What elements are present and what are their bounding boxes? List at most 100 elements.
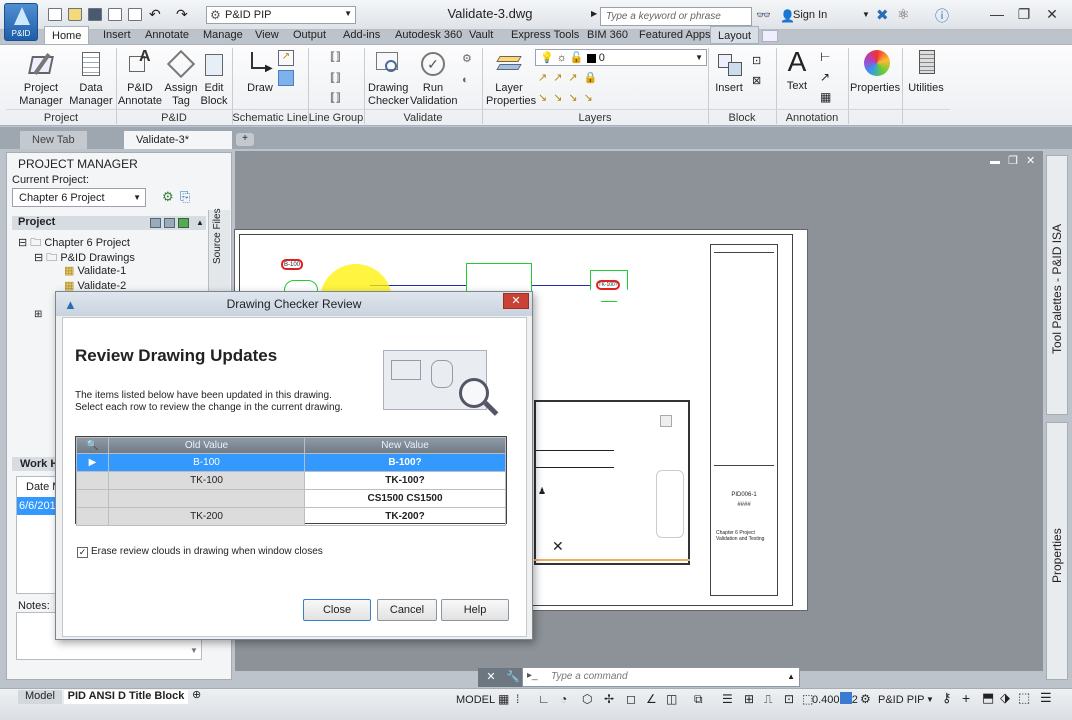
tree-item-validate-1[interactable]: ▦ Validate-1 [64, 264, 126, 277]
text-button[interactable]: A Text [782, 48, 812, 93]
run-validation-button[interactable]: ✓ Run Validation [410, 50, 458, 108]
redo-icon[interactable]: ↷ [176, 6, 188, 23]
line-select-icon[interactable] [278, 70, 294, 86]
cancel-button[interactable]: Cancel [377, 599, 437, 621]
revision-cloud-tk100[interactable]: TK-100? [596, 280, 620, 290]
plot-icon[interactable] [128, 8, 142, 21]
exchange-icon[interactable]: ✖ [876, 6, 889, 24]
tab-home[interactable]: Home [44, 26, 90, 44]
grid-icon[interactable]: ▦ [498, 692, 509, 706]
transparency-icon[interactable]: ◫ [666, 692, 677, 706]
dialog-close-button[interactable]: ✕ [503, 293, 529, 309]
customization-icon[interactable]: ☰ [1040, 690, 1052, 706]
project-publish-icon[interactable]: ⎘ [180, 189, 190, 205]
tab-express-tools[interactable]: Express Tools [504, 26, 586, 44]
panel-title-schematic-line[interactable]: Schematic Line [232, 109, 308, 125]
model-space-indicator[interactable]: MODEL [456, 694, 495, 706]
hardware-acceleration-icon[interactable]: ⬗ [1000, 690, 1010, 706]
draw-button[interactable]: ▶ Draw [242, 50, 278, 95]
tab-featured-apps[interactable]: Featured Apps [632, 26, 718, 44]
tab-manage[interactable]: Manage [196, 26, 250, 44]
sign-in-button[interactable]: Sign In [793, 9, 827, 21]
3d-osnap-icon[interactable]: ☰ [722, 692, 733, 706]
layout-tab[interactable]: PID ANSI D Title Block [64, 690, 188, 704]
panel-title-layers[interactable]: Layers [482, 109, 708, 125]
model-tab[interactable]: Model [18, 690, 62, 704]
command-wrench-icon[interactable]: 🔧 [504, 668, 522, 687]
ribbon-minimize-icon[interactable] [762, 30, 778, 42]
layer-tools-row-1[interactable]: ↗↗↗🔒 [538, 71, 603, 84]
drawing-restore-icon[interactable]: ❐ [1008, 154, 1018, 167]
assign-tag-button[interactable]: Assign Tag [162, 49, 200, 108]
close-button[interactable]: Close [303, 599, 371, 621]
line-group-icon-3[interactable]: ⟦⟧ [330, 91, 341, 104]
workspace-gear-icon[interactable]: ⚙ [860, 692, 871, 706]
layer-tools-row-2[interactable]: ↘↘↘↘ [538, 91, 599, 104]
layer-dropdown[interactable]: 💡 ☼ 🔓 0 ▼ [535, 49, 707, 66]
process-line[interactable] [532, 285, 590, 286]
table-icon[interactable]: ▦ [820, 90, 831, 104]
osnap-icon[interactable]: ◻ [626, 692, 636, 706]
tab-add-ins[interactable]: Add-ins [336, 26, 387, 44]
table-row[interactable]: CS1500 CS1500 [76, 489, 506, 508]
new-file-icon[interactable] [48, 8, 62, 21]
tool-palettes-tab[interactable]: Tool Palettes - P&ID ISA [1046, 155, 1068, 415]
col-new-value[interactable]: New Value [304, 437, 506, 454]
selection-cycling-icon[interactable]: ⧉ [694, 692, 703, 707]
chevron-down-icon[interactable]: ▼ [926, 695, 934, 704]
minimize-button[interactable]: — [985, 4, 1009, 24]
dimension-icon[interactable]: ⊢ [820, 50, 830, 64]
table-row[interactable]: TK-200 TK-200? [76, 507, 506, 526]
col-old-value[interactable]: Old Value [108, 437, 305, 454]
project-settings-icon[interactable]: ⚙ [162, 189, 174, 205]
properties-button[interactable]: Properties [850, 50, 900, 95]
tab-vault[interactable]: Vault [462, 26, 500, 44]
table-row[interactable]: TK-100 TK-100? [76, 471, 506, 490]
scroll-down-icon[interactable]: ▼ [190, 646, 198, 655]
command-input[interactable]: ▸_ Type a command ▲ [522, 667, 800, 687]
tab-bim-360[interactable]: BIM 360 [580, 26, 635, 44]
project-manager-button[interactable]: Project Manager [14, 50, 68, 108]
line-tool-icon[interactable]: ↗ [278, 50, 294, 66]
command-close-icon[interactable]: ✕ [478, 668, 504, 687]
annotation-visibility-icon[interactable]: ⎍ [764, 692, 772, 707]
block-create-icon[interactable]: ⊡ [752, 54, 761, 67]
panel-title-annotation[interactable]: Annotation [776, 109, 848, 125]
validation-report-icon[interactable]: ◐ [462, 74, 469, 86]
block-edit-icon[interactable]: ⊠ [752, 74, 761, 87]
add-tab-icon[interactable]: + [236, 133, 254, 146]
viewport-icon[interactable] [840, 692, 852, 704]
tab-annotate[interactable]: Annotate [138, 26, 196, 44]
dialog-title-bar[interactable]: ▲ Drawing Checker Review [56, 292, 532, 316]
revision-cloud-b100[interactable]: B-100 [281, 259, 303, 270]
isolate-objects-icon[interactable]: ⬒ [982, 690, 994, 706]
tab-autodesk-360[interactable]: Autodesk 360 [388, 26, 469, 44]
lock-ui-icon[interactable]: ⚷ [942, 690, 952, 706]
chevron-down-icon[interactable]: ▼ [862, 10, 870, 19]
current-project-select[interactable]: Chapter 6 Project ▼ [12, 188, 146, 207]
connect-icon[interactable]: ⚛ [897, 6, 910, 23]
panel-title-properties-expander[interactable] [848, 109, 902, 125]
help-button[interactable]: Help [441, 599, 509, 621]
dynamic-ucs-icon[interactable]: ⊞ [744, 692, 754, 706]
insert-block-button[interactable]: Insert [712, 50, 746, 95]
save-as-icon[interactable] [108, 8, 122, 21]
layer-properties-button[interactable]: Layer Properties [486, 50, 536, 108]
save-icon[interactable] [88, 8, 102, 21]
tab-layout[interactable]: Layout [710, 26, 760, 44]
add-icon[interactable]: + [962, 690, 970, 706]
restore-button[interactable]: ❐ [1012, 4, 1036, 24]
search-expand-icon[interactable]: ▶ [591, 9, 597, 18]
snap-icon[interactable]: ⁞ [516, 692, 519, 706]
command-history-icon[interactable]: ▲ [787, 672, 795, 681]
panel-title-utilities-expander[interactable] [902, 109, 950, 125]
pm-refresh-icon[interactable] [178, 218, 189, 228]
workspace-select[interactable]: ⚙ P&ID PIP ▼ [206, 6, 356, 24]
drawing-minimize-icon[interactable]: ▬ [990, 156, 1000, 167]
clean-screen-icon[interactable]: ⬚ [1018, 690, 1030, 706]
tree-expand-icon[interactable]: ⊞ [34, 309, 42, 320]
binoculars-icon[interactable]: 👓 [756, 8, 771, 22]
utilities-button[interactable]: Utilities [904, 50, 948, 95]
pm-toolbar-icon-2[interactable] [164, 218, 175, 228]
polar-icon[interactable]: ◔ [560, 692, 567, 706]
